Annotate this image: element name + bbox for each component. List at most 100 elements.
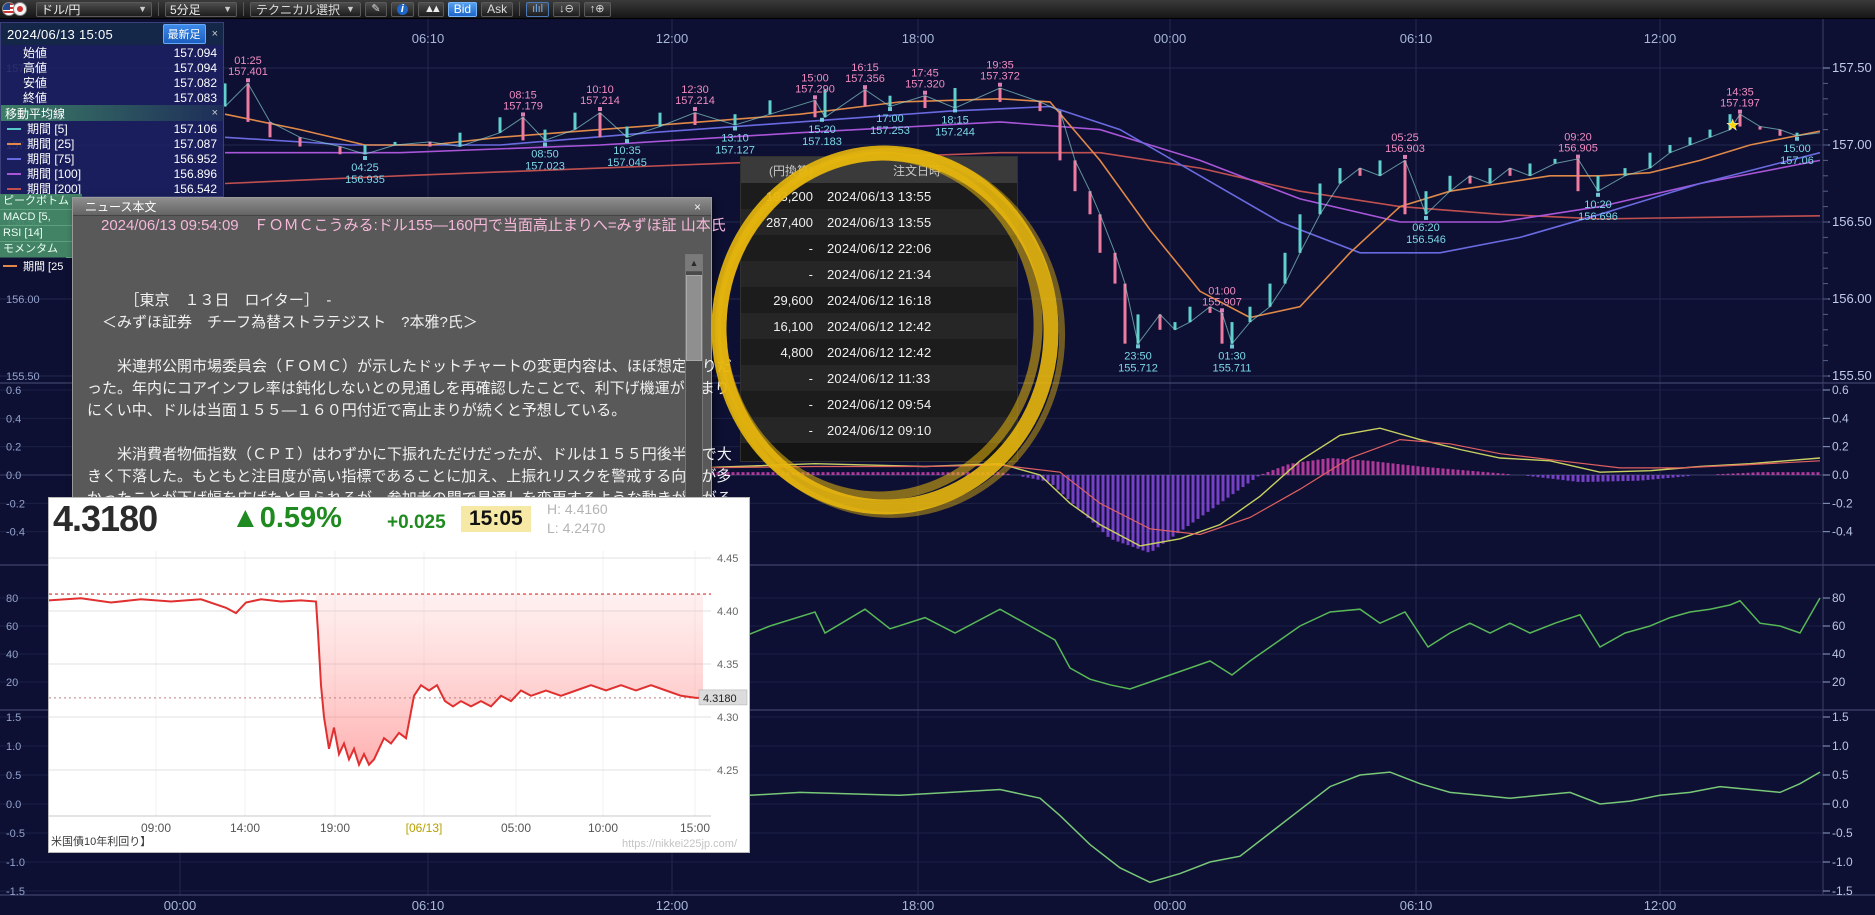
svg-text:23:50: 23:50 bbox=[1124, 350, 1152, 362]
svg-text:14:00: 14:00 bbox=[230, 821, 260, 835]
svg-text:20: 20 bbox=[1832, 675, 1846, 689]
yield-low: L: 4.2470 bbox=[547, 519, 608, 538]
order-datetime: 2024/06/12 12:42 bbox=[817, 345, 1017, 360]
svg-text:156.935: 156.935 bbox=[345, 174, 385, 186]
svg-text:0.4: 0.4 bbox=[6, 413, 21, 425]
close-icon[interactable]: × bbox=[690, 200, 705, 214]
ma-value: 157.106 bbox=[174, 122, 217, 136]
ma-section-title: 移動平均線 bbox=[5, 105, 209, 122]
order-table-row[interactable]: -2024/06/12 09:54 bbox=[741, 391, 1017, 417]
order-table-row[interactable]: 4,8002024/06/12 12:42 bbox=[741, 339, 1017, 365]
yield-chart-caption: 米国債10年利回り】 bbox=[51, 833, 151, 849]
bid-button[interactable]: Bid bbox=[448, 2, 477, 17]
news-line bbox=[87, 422, 687, 444]
svg-text:00:00: 00:00 bbox=[164, 898, 197, 913]
close-icon[interactable]: × bbox=[209, 107, 221, 119]
svg-text:155.50: 155.50 bbox=[6, 371, 40, 383]
order-amount: - bbox=[741, 371, 817, 386]
column-amount-header: (円換算) bbox=[741, 162, 817, 179]
order-table-row[interactable]: 193,2002024/06/13 13:55 bbox=[741, 183, 1017, 209]
trading-app-screen: 157.50157.50157.00157.00156.50156.50156.… bbox=[0, 0, 1875, 915]
news-line bbox=[87, 334, 687, 356]
zoom-out-button[interactable]: ↓⊖ bbox=[553, 2, 580, 17]
order-table-window: (円換算) 注文日時 193,2002024/06/13 13:55287,40… bbox=[740, 156, 1018, 462]
svg-text:19:00: 19:00 bbox=[320, 821, 350, 835]
draw-tool-button[interactable]: ✎ bbox=[365, 2, 387, 17]
svg-text:157.253: 157.253 bbox=[870, 125, 910, 137]
order-table-row[interactable]: -2024/06/12 11:33 bbox=[741, 365, 1017, 391]
svg-text:-0.4: -0.4 bbox=[1832, 525, 1853, 539]
latest-candle-button[interactable]: 最新足 bbox=[163, 24, 206, 44]
svg-text:20: 20 bbox=[6, 677, 18, 689]
close-label: 終値 bbox=[23, 89, 174, 106]
svg-text:157.290: 157.290 bbox=[795, 83, 835, 95]
close-value: 157.083 bbox=[174, 91, 217, 105]
order-table-row[interactable]: 29,6002024/06/12 16:18 bbox=[741, 287, 1017, 313]
svg-text:0.5: 0.5 bbox=[6, 770, 21, 782]
svg-text:10:00: 10:00 bbox=[588, 821, 618, 835]
info-button[interactable]: i bbox=[391, 2, 414, 17]
svg-text:156.546: 156.546 bbox=[1406, 234, 1446, 246]
quote-panel-header: 2024/06/13 15:05 最新足 × bbox=[1, 23, 223, 45]
legend-line-swatch bbox=[7, 158, 21, 160]
technical-select-button[interactable]: テクニカル選択 ▼ bbox=[250, 2, 361, 17]
order-table-row[interactable]: 287,4002024/06/13 13:55 bbox=[741, 209, 1017, 235]
currency-pair-select[interactable]: ドル/円 ▼ bbox=[36, 2, 152, 17]
svg-text:-0.5: -0.5 bbox=[6, 828, 25, 840]
close-icon[interactable]: × bbox=[209, 28, 221, 40]
timeframe-select[interactable]: 5分足 ▼ bbox=[165, 2, 237, 17]
zoom-in-button[interactable]: ↑⊕ bbox=[584, 2, 611, 17]
yield-plot: 4.454.404.354.304.254.318009:0014:0019:0… bbox=[49, 498, 749, 852]
legend-line-swatch bbox=[7, 143, 21, 145]
svg-text:4.30: 4.30 bbox=[717, 712, 738, 724]
svg-text:12:00: 12:00 bbox=[656, 31, 689, 46]
candle-chart-button[interactable]: ılıl bbox=[526, 2, 549, 17]
legend-line-swatch bbox=[3, 265, 17, 267]
ma-value: 156.952 bbox=[174, 152, 217, 166]
svg-text:00:00: 00:00 bbox=[1154, 31, 1187, 46]
svg-text:40: 40 bbox=[1832, 647, 1846, 661]
svg-text:157.401: 157.401 bbox=[228, 66, 268, 78]
low-value: 157.082 bbox=[174, 76, 217, 90]
high-value: 157.094 bbox=[174, 61, 217, 75]
svg-text:13:10: 13:10 bbox=[721, 132, 749, 144]
order-amount: 29,600 bbox=[741, 293, 817, 308]
ask-button[interactable]: Ask bbox=[481, 2, 513, 17]
svg-text:4.35: 4.35 bbox=[717, 659, 738, 671]
scrollbar-thumb[interactable] bbox=[686, 275, 702, 361]
order-amount: - bbox=[741, 423, 817, 438]
order-table-row[interactable]: -2024/06/12 09:10 bbox=[741, 417, 1017, 443]
ma-row: 期間 [25]157.087 bbox=[1, 136, 223, 151]
svg-text:60: 60 bbox=[1832, 619, 1846, 633]
svg-text:06:10: 06:10 bbox=[1400, 31, 1433, 46]
svg-text:80: 80 bbox=[6, 593, 18, 605]
svg-text:4.40: 4.40 bbox=[717, 606, 738, 618]
order-table-row[interactable]: -2024/06/12 22:06 bbox=[741, 235, 1017, 261]
ma-row: 期間 [100]156.896 bbox=[1, 166, 223, 181]
order-table-row[interactable]: -2024/06/12 21:34 bbox=[741, 261, 1017, 287]
svg-text:157.183: 157.183 bbox=[802, 136, 842, 148]
currency-pair-value: ドル/円 bbox=[41, 1, 80, 18]
svg-text:0.5: 0.5 bbox=[1832, 768, 1849, 782]
svg-text:06:20: 06:20 bbox=[1412, 222, 1440, 234]
order-amount: 4,800 bbox=[741, 345, 817, 360]
news-scrollbar[interactable]: ▲ bbox=[685, 254, 703, 500]
news-headline: 2024/06/13 09:54:09 ＦＯＭＣこうみる:ドル155―160円で… bbox=[101, 214, 681, 235]
svg-text:10:35: 10:35 bbox=[613, 145, 641, 157]
order-datetime: 2024/06/12 09:54 bbox=[817, 397, 1017, 412]
scroll-up-icon[interactable]: ▲ bbox=[686, 255, 702, 272]
chart-style-area-button[interactable]: ▲▲ bbox=[418, 2, 444, 17]
order-table-row[interactable]: 16,1002024/06/12 12:42 bbox=[741, 313, 1017, 339]
ma-row: 期間 [75]156.952 bbox=[1, 151, 223, 166]
legend-line-swatch bbox=[7, 173, 21, 175]
news-window: ニュース本文 × 2024/06/13 09:54:09 ＦＯＭＣこうみる:ドル… bbox=[72, 197, 712, 509]
svg-text:00:00: 00:00 bbox=[1154, 898, 1187, 913]
news-line: った。年内にコアインフレ率は鈍化しないとの見通しを再確認したことで、利下げ機運が… bbox=[87, 378, 687, 400]
svg-text:17:00: 17:00 bbox=[876, 113, 904, 125]
svg-text:06:10: 06:10 bbox=[1400, 898, 1433, 913]
zoom-in-icon: ↑⊕ bbox=[590, 4, 605, 15]
bid-label: Bid bbox=[454, 2, 471, 16]
news-body: ［東京 １３日 ロイター］ - ＜みずほ証券 チーフ為替ストラテジスト ?本雅?… bbox=[87, 290, 687, 532]
indicator-chip-peakbottom: ピークボトム bbox=[0, 194, 82, 210]
svg-text:155.712: 155.712 bbox=[1118, 362, 1158, 374]
